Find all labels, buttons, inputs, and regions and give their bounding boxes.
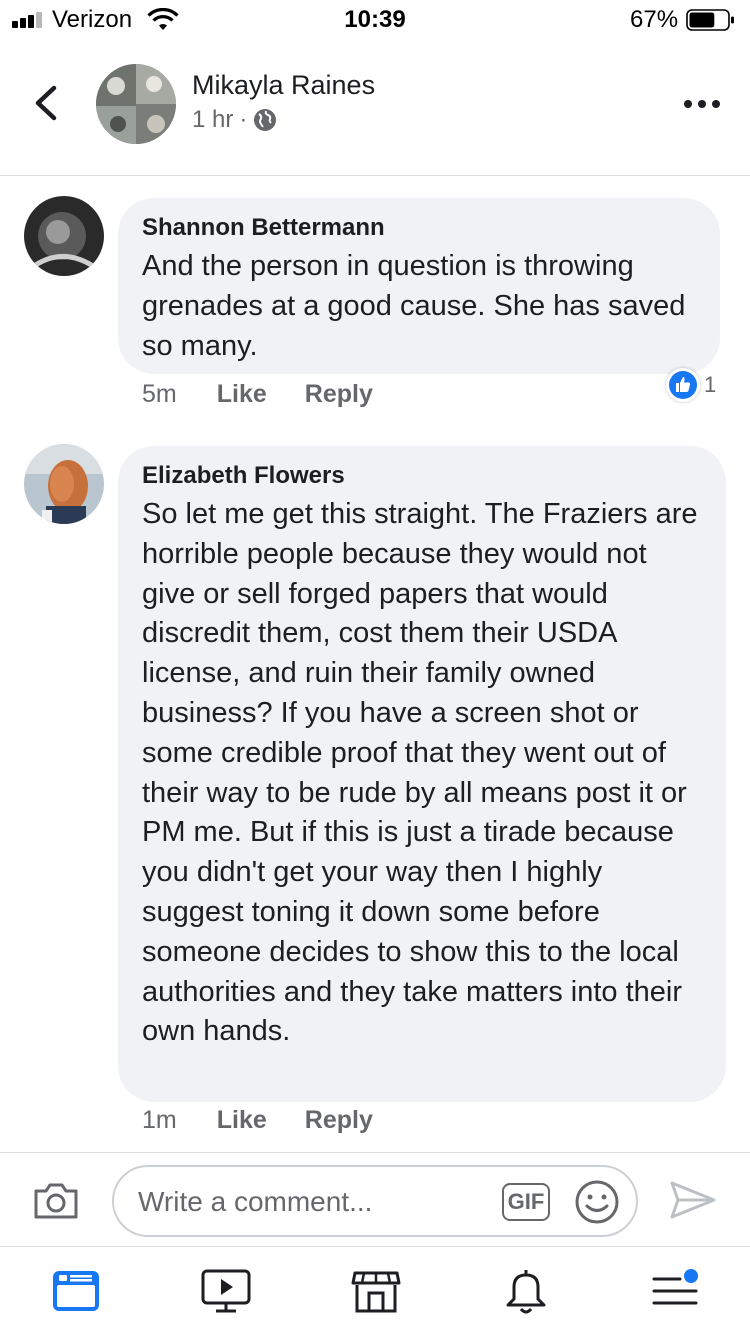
comment-actions: 5m Like Reply <box>142 380 411 409</box>
comment-time: 5m <box>142 380 177 408</box>
reaction-summary[interactable]: 1 <box>666 368 716 402</box>
post-author-name[interactable]: Mikayla Raines <box>192 70 375 101</box>
menu-icon[interactable] <box>650 1265 702 1317</box>
like-button[interactable]: Like <box>217 380 267 409</box>
comment-time: 1m <box>142 1106 177 1134</box>
post-meta: 1 hr · <box>192 106 277 134</box>
meta-separator: · <box>239 106 248 133</box>
gif-button[interactable]: GIF <box>502 1183 550 1221</box>
avatar[interactable] <box>96 64 176 144</box>
more-options-icon[interactable] <box>682 94 722 114</box>
comment-text: So let me get this straight. The Frazier… <box>142 498 698 1048</box>
post-time: 1 hr <box>192 106 234 133</box>
reply-button[interactable]: Reply <box>305 380 373 409</box>
thumbs-up-icon <box>666 368 700 402</box>
avatar[interactable] <box>24 444 104 524</box>
notifications-icon[interactable] <box>500 1265 552 1317</box>
comment-text: And the person in question is throwing g… <box>142 250 686 362</box>
comment-input[interactable] <box>138 1183 498 1221</box>
comment-bubble: Elizabeth Flowers So let me get this str… <box>118 446 726 1102</box>
status-bar: Verizon 10:39 67% <box>0 0 750 40</box>
comment-input-box[interactable]: GIF <box>112 1165 638 1237</box>
emoji-icon[interactable] <box>574 1179 620 1225</box>
avatar[interactable] <box>24 196 104 276</box>
battery-percentage: 67% <box>630 6 679 33</box>
news-feed-icon[interactable] <box>50 1265 102 1317</box>
marketplace-icon[interactable] <box>350 1265 402 1317</box>
globe-icon <box>254 109 277 131</box>
watch-icon[interactable] <box>200 1265 252 1317</box>
camera-icon[interactable] <box>32 1179 80 1221</box>
comment-author[interactable]: Elizabeth Flowers <box>142 460 702 492</box>
reply-button[interactable]: Reply <box>305 1106 373 1135</box>
back-arrow-icon[interactable] <box>26 80 66 126</box>
comment-composer: GIF <box>0 1152 750 1246</box>
post-header: Mikayla Raines 1 hr · <box>0 40 750 176</box>
battery-icon <box>686 9 734 31</box>
comment-bubble: Shannon Bettermann And the person in que… <box>118 198 720 374</box>
bottom-tab-bar <box>0 1246 750 1334</box>
reaction-count: 1 <box>704 372 717 397</box>
comment-actions: 1m Like Reply <box>142 1106 411 1135</box>
send-icon[interactable] <box>668 1177 718 1223</box>
comment-author[interactable]: Shannon Bettermann <box>142 212 696 244</box>
like-button[interactable]: Like <box>217 1106 267 1135</box>
